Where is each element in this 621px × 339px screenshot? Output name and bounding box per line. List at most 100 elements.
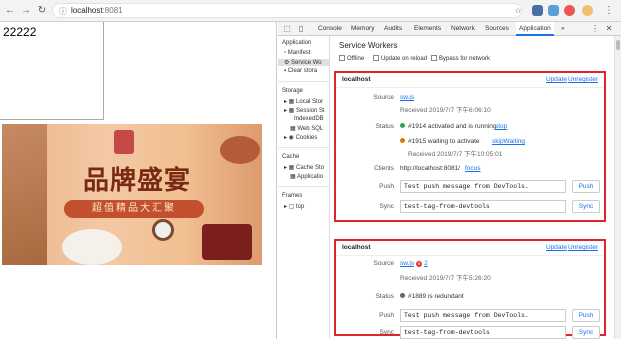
back-icon[interactable]: ← <box>4 5 16 17</box>
sidebar-item-label: Local Stor <box>296 99 324 105</box>
info-icon[interactable]: ⓘ <box>59 6 67 17</box>
sidebar-item-label: Cache Sto <box>296 165 325 171</box>
watch-image <box>152 219 174 241</box>
skip-waiting-link[interactable]: skipWaiting <box>492 138 525 145</box>
url-host: localhost <box>71 6 103 15</box>
sync-tag-input[interactable]: test-tag-from-devtools <box>400 326 566 339</box>
unregister-link[interactable]: Unregister <box>568 244 598 251</box>
sidebar-item-clear-storage[interactable]: ▪ Clear stora <box>284 68 317 74</box>
update-link[interactable]: Update <box>546 244 567 251</box>
more-options-icon[interactable]: ⋮ <box>590 24 600 34</box>
push-message-input[interactable]: Test push message from DevTools. <box>400 180 566 193</box>
status-waiting: #1915 waiting to activate <box>400 138 480 145</box>
push-button[interactable]: Push <box>572 309 600 322</box>
received-time: Received 2019/7/7 下午5:26:20 <box>400 275 491 282</box>
push-label: Push <box>379 312 394 319</box>
reload-icon[interactable]: ↻ <box>36 5 48 17</box>
client-url: http://localhost:8081/ <box>400 165 460 172</box>
page-title: Service Workers <box>339 41 398 50</box>
bypass-for-network-checkbox[interactable]: Bypass for network <box>431 55 490 62</box>
coat-image <box>2 124 47 265</box>
sidebar-item-indexeddb[interactable]: IndexedDB <box>294 116 324 122</box>
divider <box>278 81 329 82</box>
url-port: :8081 <box>102 6 123 15</box>
waiting-received-time: Received 2019/7/7 下午10:05:01 <box>408 151 503 158</box>
sidebar-item-label: Clear stora <box>287 68 318 74</box>
sidebar-item-manifest[interactable]: ▫ Manifest <box>284 50 310 56</box>
update-on-reload-checkbox[interactable]: Update on reload <box>373 55 427 62</box>
sidebar-header-cache: Cache <box>282 154 300 160</box>
status-label: Status <box>375 123 394 130</box>
tab-audits[interactable]: Audits <box>384 22 402 36</box>
device-toolbar-icon[interactable]: ▯ <box>296 24 306 34</box>
update-link[interactable]: Update <box>546 76 567 83</box>
scrollbar-thumb[interactable] <box>616 40 620 50</box>
extension-icon[interactable] <box>532 5 543 16</box>
offline-checkbox[interactable]: Offline <box>339 55 364 62</box>
close-icon[interactable]: ✕ <box>604 24 614 34</box>
more-tabs-icon[interactable]: » <box>561 22 565 36</box>
sidebar-item-application-cache[interactable]: ▦ Applicatio <box>290 173 323 180</box>
unregister-link[interactable]: Unregister <box>568 76 598 83</box>
sidebar-item-frame-top[interactable]: ▸ ▢ top <box>284 203 304 210</box>
inspect-icon[interactable]: ⬚ <box>282 24 292 34</box>
source-label: Source <box>373 94 394 101</box>
status-text: #1914 activated and is running <box>408 123 497 130</box>
tab-console[interactable]: Console <box>318 22 342 36</box>
checkbox-label: Bypass for network <box>439 56 491 62</box>
source-file-text[interactable]: sw.js <box>400 94 414 101</box>
sidebar-item-session-storage[interactable]: ▸ ▦ Session St <box>284 107 325 114</box>
status-label: Status <box>375 293 394 300</box>
devtools-panel: ⬚ ▯ Console Memory Audits Elements Netwo… <box>278 22 621 339</box>
sidebar-header-application: Application <box>282 40 312 46</box>
push-message-input[interactable]: Test push message from DevTools. <box>400 309 566 322</box>
sidebar-item-cache-storage[interactable]: ▸ ▦ Cache Sto <box>284 164 324 171</box>
sidebar-item-label: Cookies <box>295 135 318 141</box>
stop-link[interactable]: stop <box>495 123 507 130</box>
checkbox-box[interactable] <box>339 55 345 61</box>
bookmark-star-icon[interactable]: ☆ <box>512 5 524 17</box>
error-count[interactable]: 2 <box>424 260 428 267</box>
tab-application[interactable]: Application <box>516 22 554 36</box>
extension-icon[interactable] <box>548 5 559 16</box>
checkbox-box[interactable] <box>431 55 437 61</box>
service-worker-card: localhost Update Unregister Source sw.js… <box>334 239 606 339</box>
url-text: localhost:8081 <box>71 6 123 15</box>
checkbox-label: Update on reload <box>381 56 428 62</box>
clients-label: Clients <box>374 165 394 172</box>
avatar[interactable] <box>582 5 593 16</box>
sync-tag-input[interactable]: test-tag-from-devtools <box>400 200 566 213</box>
push-button[interactable]: Push <box>572 180 600 193</box>
menu-icon[interactable]: ⋮ <box>603 5 615 17</box>
focus-link[interactable]: focus <box>465 165 481 172</box>
plate-image <box>62 229 122 265</box>
banner-subtitle: 超值精品大汇聚 <box>64 200 204 218</box>
perfume-image <box>114 130 134 154</box>
error-icon: ✕ <box>416 261 423 267</box>
tab-sources[interactable]: Sources <box>485 22 509 36</box>
sidebar-item-local-storage[interactable]: ▸ ▦ Local Stor <box>284 98 323 105</box>
forward-icon[interactable]: → <box>20 5 32 17</box>
source-file-link[interactable]: sw.js ✕ 2 <box>400 260 428 267</box>
counter-box: 22222 <box>0 22 104 120</box>
status-redundant: #1889 is redundant <box>400 293 464 300</box>
card-host: localhost <box>342 244 371 251</box>
sync-button[interactable]: Sync <box>572 326 600 339</box>
sidebar-item-service-workers[interactable]: ⚙ Service Wo <box>278 59 329 66</box>
tab-memory[interactable]: Memory <box>351 22 374 36</box>
sidebar-item-label: Applicatio <box>297 174 324 180</box>
address-bar[interactable]: ⓘ localhost:8081 <box>52 3 522 18</box>
sidebar-item-label: Session St <box>296 108 325 114</box>
tab-network[interactable]: Network <box>451 22 475 36</box>
sync-button[interactable]: Sync <box>572 200 600 213</box>
bag-image <box>202 224 252 260</box>
sidebar-header-storage: Storage <box>282 88 304 94</box>
sidebar-item-cookies[interactable]: ▸ ◉ Cookies <box>284 134 317 141</box>
checkbox-box[interactable] <box>373 55 379 61</box>
scrollbar[interactable] <box>614 36 621 339</box>
extension-icon[interactable] <box>564 5 575 16</box>
sidebar-item-web-sql[interactable]: ▦ Web SQL <box>290 125 323 132</box>
source-file-text[interactable]: sw.js <box>400 260 414 267</box>
tab-elements[interactable]: Elements <box>414 22 441 36</box>
source-file-link[interactable]: sw.js <box>400 94 414 101</box>
